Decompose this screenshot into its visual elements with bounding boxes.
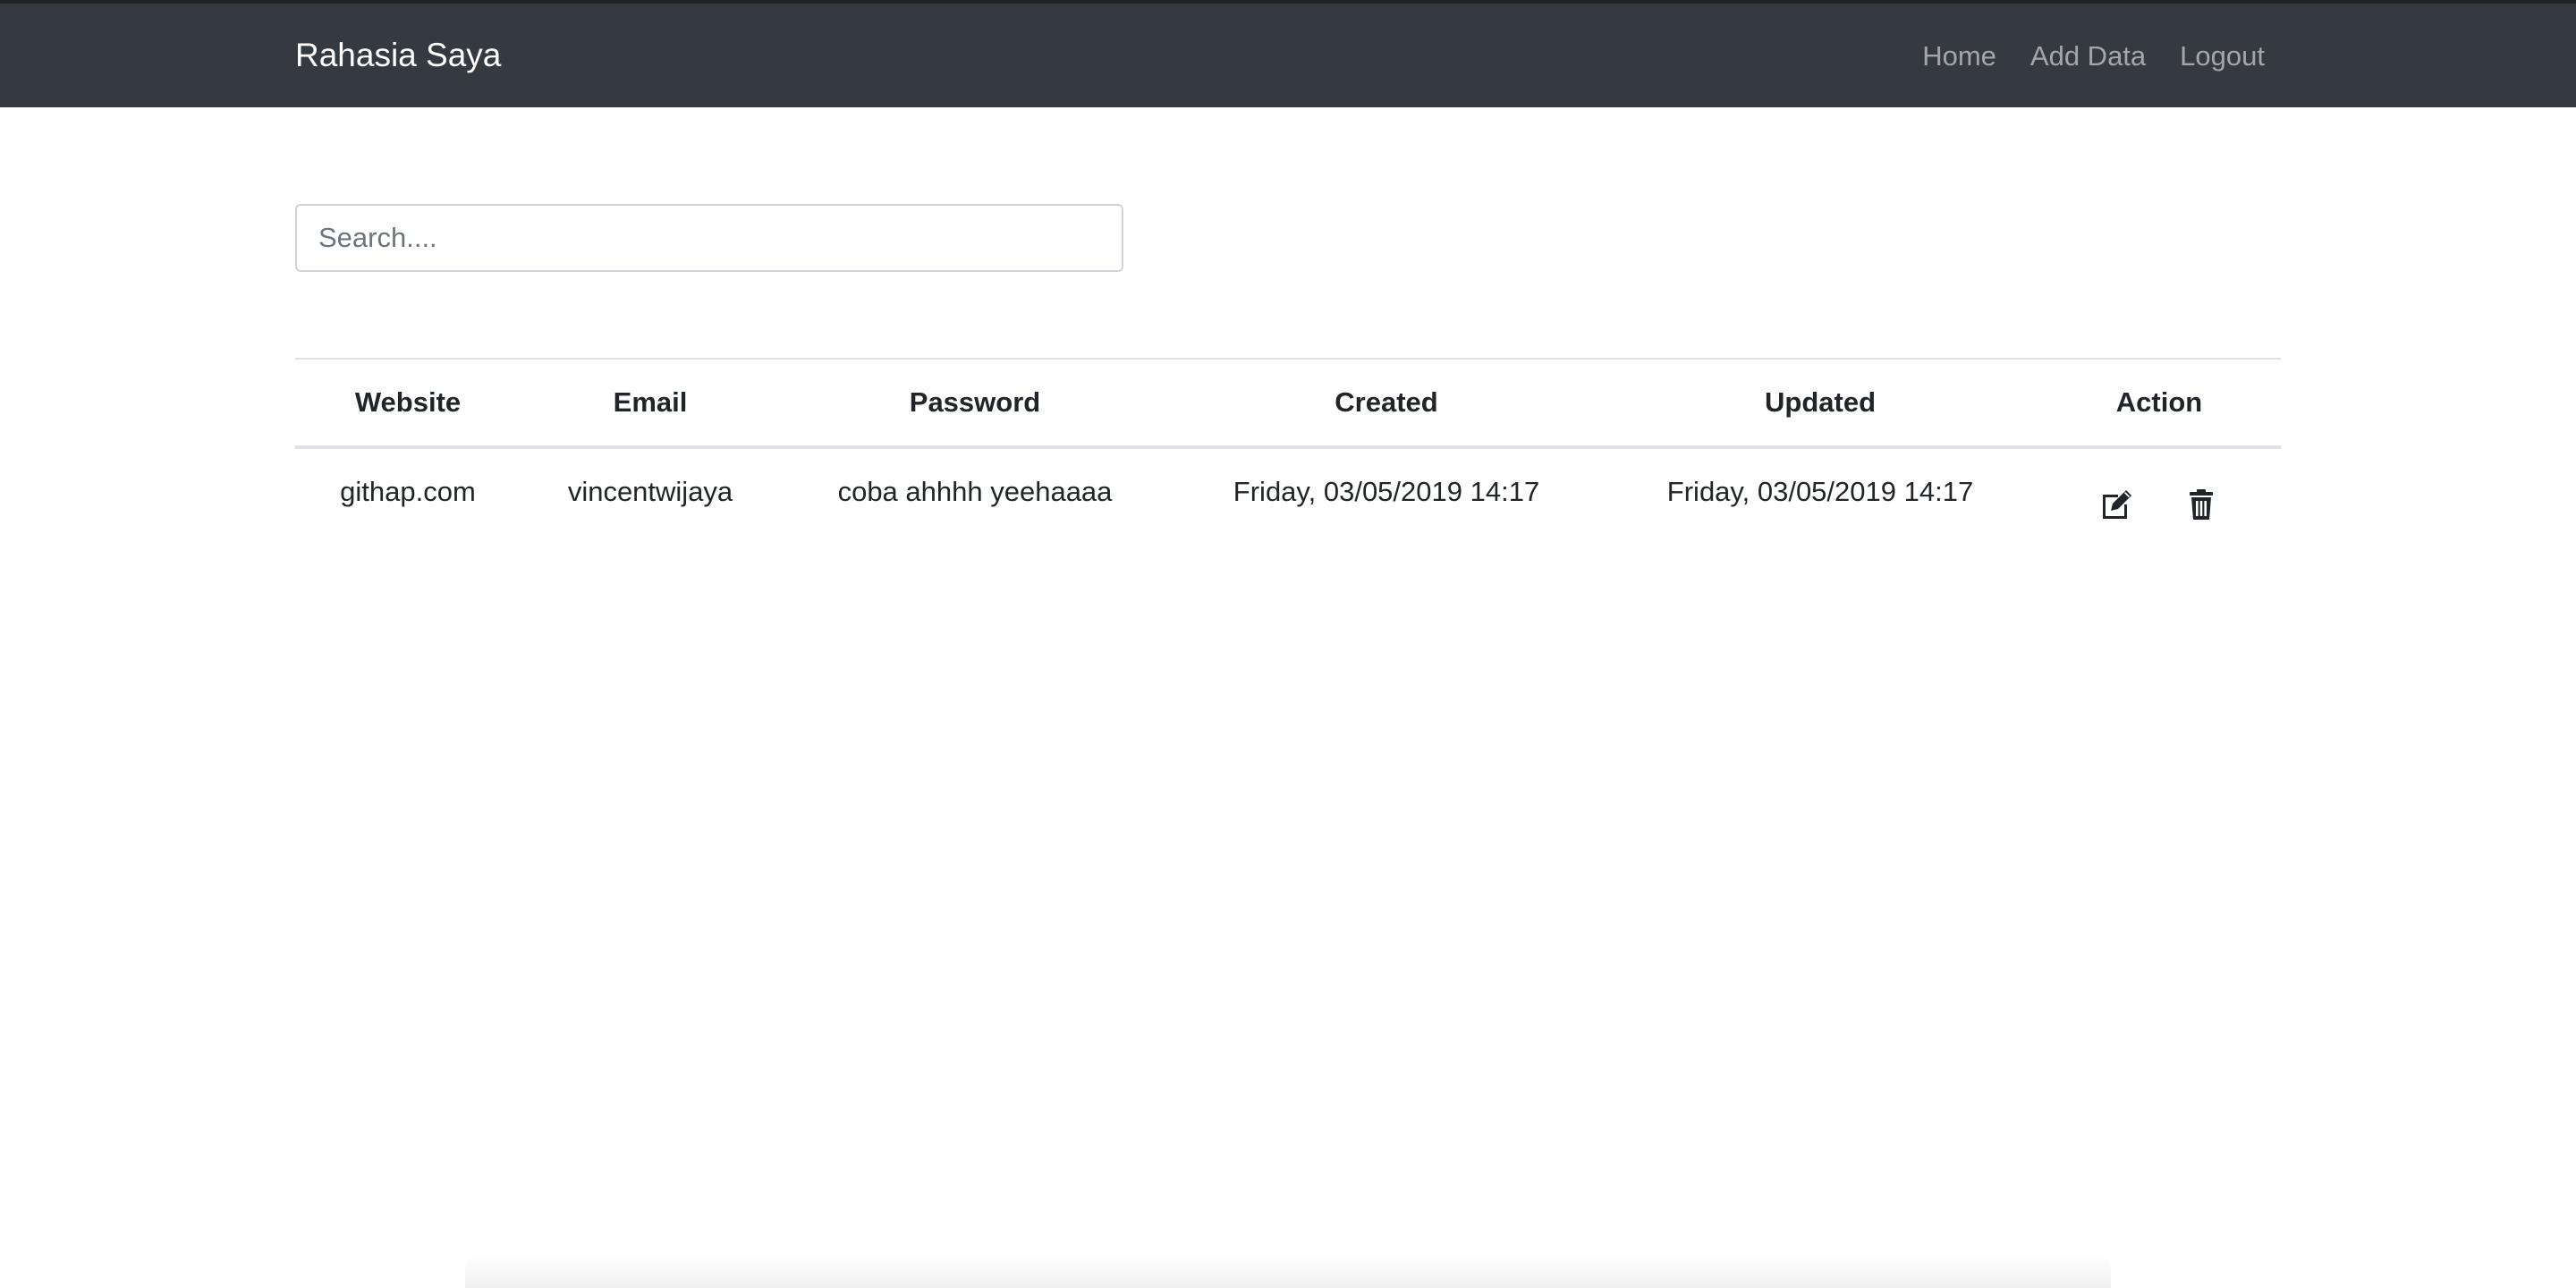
table-row: githap.com vincentwijaya coba ahhhh yeeh… bbox=[295, 447, 2281, 538]
column-header-email: Email bbox=[521, 358, 780, 449]
nav-link-add-data[interactable]: Add Data bbox=[2030, 39, 2146, 73]
row-actions bbox=[2038, 476, 2280, 522]
column-header-updated: Updated bbox=[1603, 358, 2038, 449]
cell-email: vincentwijaya bbox=[567, 476, 733, 507]
top-navbar: Rahasia Saya Home Add Data Logout bbox=[0, 0, 2576, 107]
cell-created: Friday, 03/05/2019 14:17 bbox=[1233, 476, 1540, 507]
nav-link-logout[interactable]: Logout bbox=[2180, 39, 2265, 73]
nav-link-home[interactable]: Home bbox=[1922, 39, 1996, 73]
cell-actions bbox=[2038, 447, 2281, 538]
cell-updated: Friday, 03/05/2019 14:17 bbox=[1666, 476, 1974, 507]
column-header-password: Password bbox=[780, 358, 1170, 449]
column-header-created: Created bbox=[1170, 358, 1603, 449]
cell-website: githap.com bbox=[340, 476, 476, 507]
bottom-edge-shadow bbox=[465, 1252, 2111, 1288]
brand-link[interactable]: Rahasia Saya bbox=[295, 36, 501, 75]
search-input[interactable] bbox=[295, 204, 1123, 272]
column-header-action: Action bbox=[2038, 358, 2281, 449]
trash-icon[interactable] bbox=[2183, 487, 2219, 522]
column-header-website: Website bbox=[295, 358, 521, 449]
search-container bbox=[295, 204, 1123, 272]
passwords-table: Website Email Password Created Updated A… bbox=[295, 358, 2281, 538]
edit-icon[interactable] bbox=[2099, 487, 2135, 522]
nav-links: Home Add Data Logout bbox=[1922, 39, 2265, 73]
cell-password: coba ahhhh yeehaaaa bbox=[837, 476, 1113, 507]
table-header-row: Website Email Password Created Updated A… bbox=[295, 358, 2281, 449]
